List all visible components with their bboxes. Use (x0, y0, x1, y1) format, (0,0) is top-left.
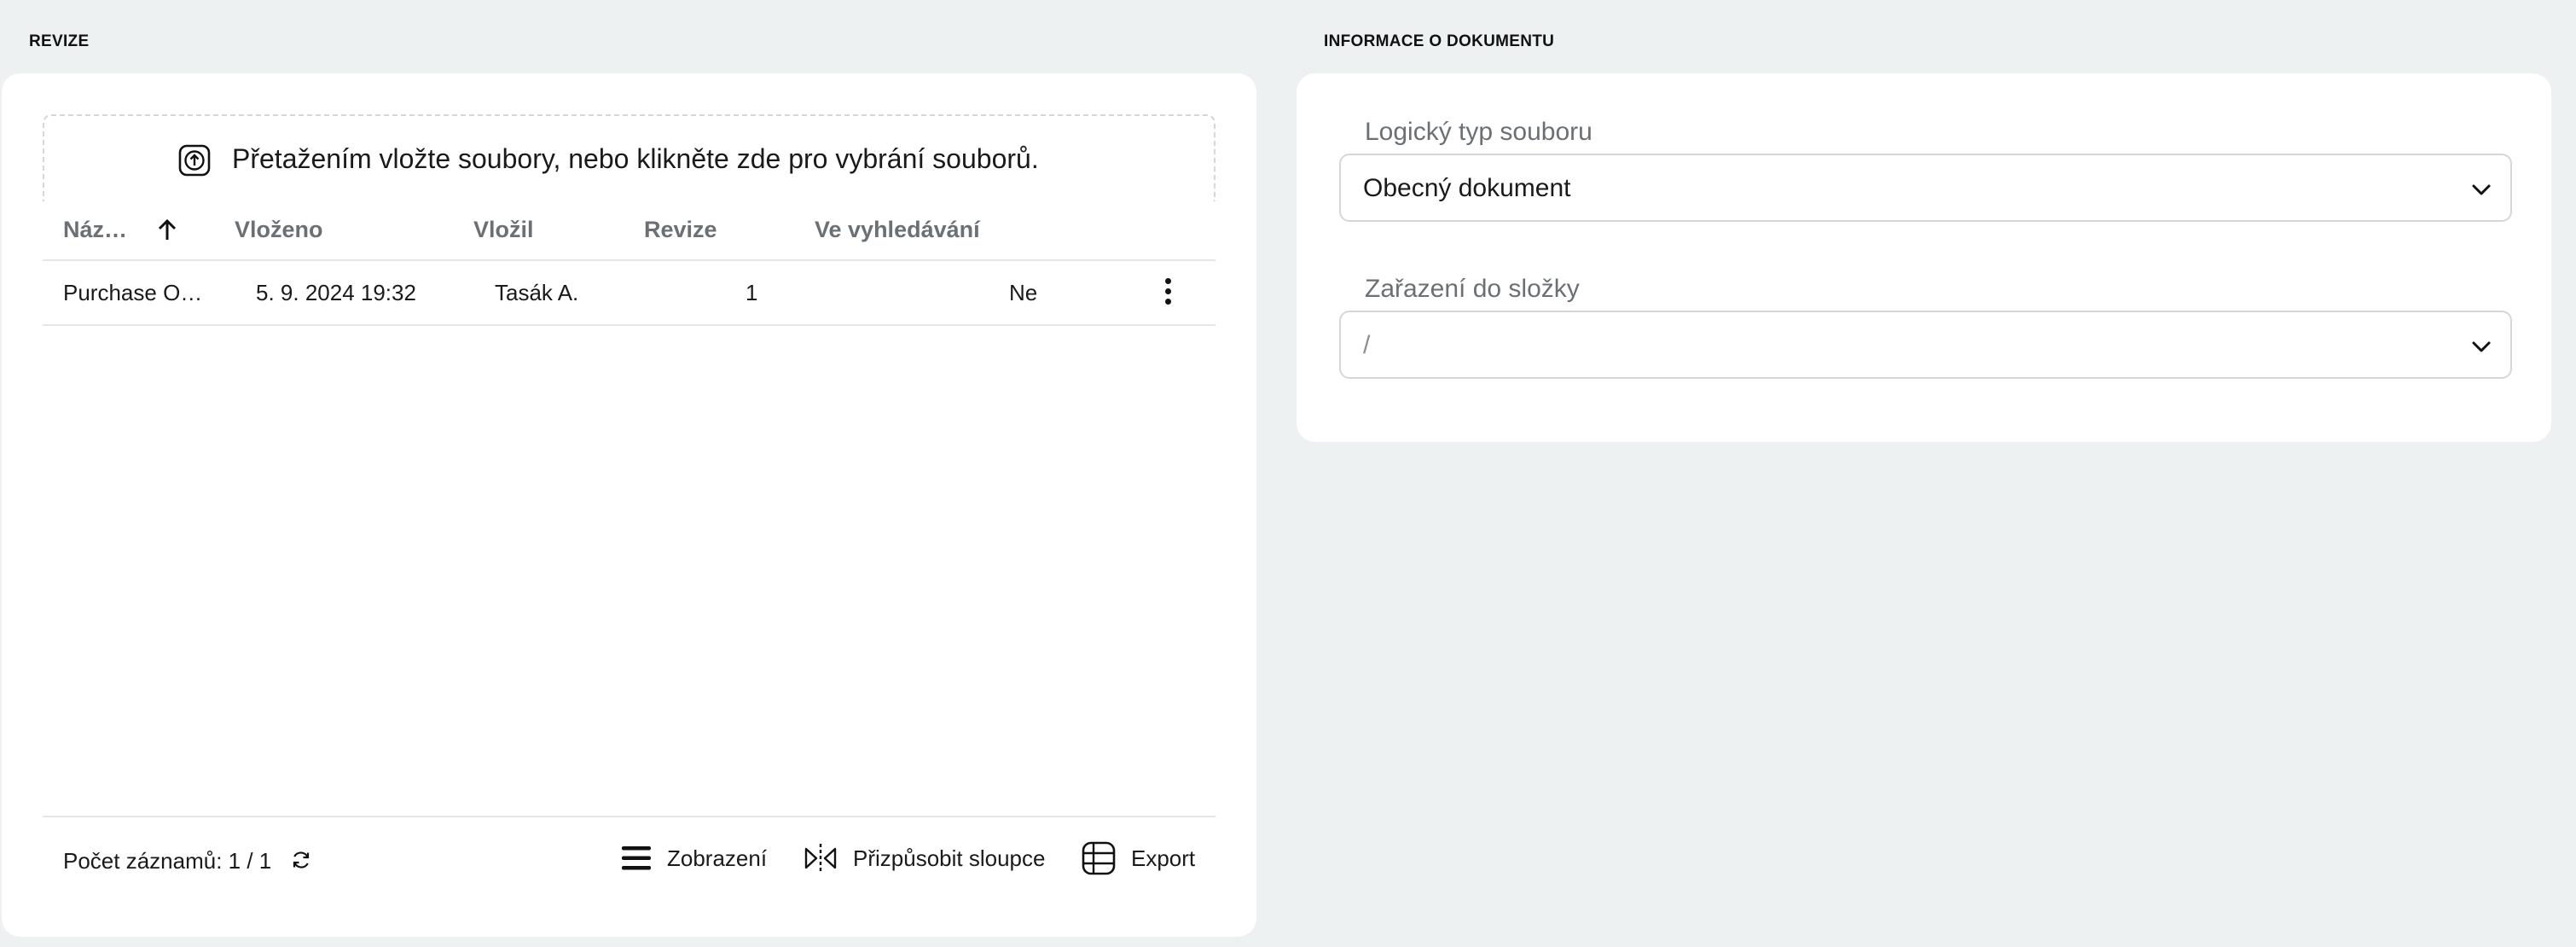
logical-type-label: Logický typ souboru (1365, 118, 1593, 146)
record-count: Počet záznamů: 1 / 1 (63, 848, 272, 874)
revisions-card: Přetažením vložte soubory, nebo klikněte… (2, 73, 1256, 937)
fit-columns-icon (804, 844, 837, 873)
cell-revision: 1 (746, 280, 758, 305)
cell-inserted-by: Tasák A. (495, 280, 579, 305)
upload-text: Přetažením vložte soubory, nebo klikněte… (232, 142, 1039, 174)
document-info-card: Logický typ souboru Obecný dokument Zařa… (1297, 73, 2551, 442)
table-header: Náz… Vloženo Vložil Revize Ve vyhledáván… (43, 201, 1215, 261)
column-header-revision[interactable]: Revize (644, 217, 717, 243)
folder-select[interactable]: / (1339, 311, 2512, 379)
view-button[interactable]: Zobrazení (621, 840, 767, 877)
arrow-up-icon[interactable] (154, 217, 181, 244)
fit-columns-button[interactable]: Přizpůsobit sloupce (804, 840, 1045, 877)
document-info-section-title: INFORMACE O DOKUMENTU (1324, 32, 1555, 50)
chevron-down-icon (2472, 184, 2491, 195)
column-header-inserted[interactable]: Vloženo (235, 217, 323, 243)
revize-section-title: REVIZE (29, 32, 90, 50)
upload-dropzone[interactable]: Přetažením vložte soubory, nebo klikněte… (43, 114, 1215, 201)
logical-type-select[interactable]: Obecný dokument (1339, 154, 2512, 222)
chevron-down-icon (2472, 341, 2491, 352)
cell-inserted: 5. 9. 2024 19:32 (256, 280, 416, 305)
column-header-inserted-by[interactable]: Vložil (473, 217, 534, 243)
folder-label: Zařazení do složky (1365, 275, 1580, 303)
logical-type-value: Obecný dokument (1363, 174, 1571, 202)
refresh-icon[interactable] (290, 849, 312, 871)
table-row[interactable]: Purchase O… 5. 9. 2024 19:32 Tasák A. 1 … (43, 261, 1215, 326)
row-menu-icon[interactable] (1163, 278, 1173, 307)
view-button-label: Zobrazení (667, 845, 768, 871)
fit-columns-label: Přizpůsobit sloupce (853, 845, 1046, 871)
cell-in-search: Ne (1009, 280, 1038, 305)
cell-name: Purchase O… (63, 280, 203, 305)
column-header-name[interactable]: Náz… (63, 217, 127, 243)
export-button[interactable]: Export (1082, 840, 1195, 877)
table-export-icon (1082, 841, 1116, 875)
folder-value: / (1363, 331, 1371, 359)
export-button-label: Export (1131, 845, 1196, 871)
menu-icon (622, 846, 651, 870)
upload-icon (178, 144, 211, 177)
column-header-in-search[interactable]: Ve vyhledávání (815, 217, 980, 243)
table-footer: Počet záznamů: 1 / 1 Zobrazení Přizpůsob… (43, 816, 1215, 894)
